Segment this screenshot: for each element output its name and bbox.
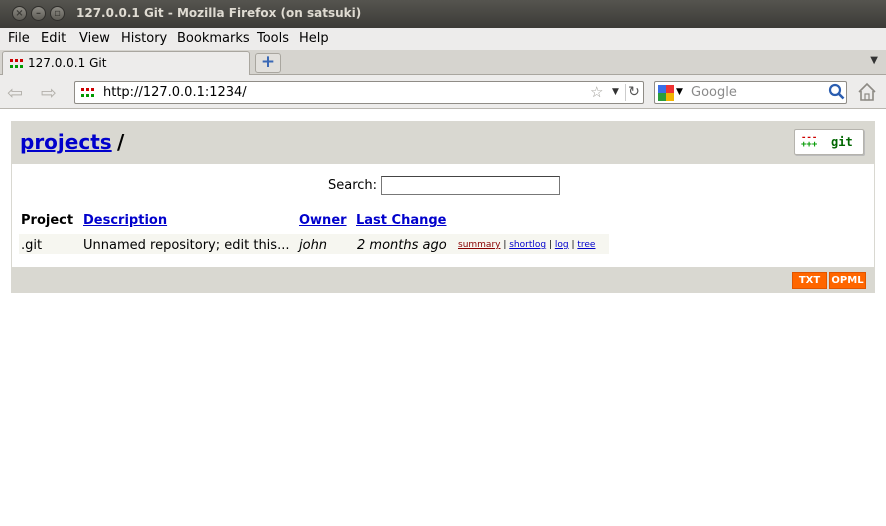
gitweb-header: projects / --- +++ git [11,121,875,164]
menu-tools[interactable]: Tools [257,31,289,46]
back-icon[interactable]: ⇦ [7,82,23,104]
url-text[interactable]: http://127.0.0.1:1234/ [103,85,247,100]
window-titlebar: × – ▫ 127.0.0.1 Git - Mozilla Firefox (o… [0,0,886,28]
magnifier-icon[interactable] [828,83,845,100]
tab-label: 127.0.0.1 Git [28,56,107,70]
column-header-owner[interactable]: Owner [299,213,347,228]
log-link[interactable]: log [555,240,569,250]
project-name[interactable]: .git [21,238,42,253]
project-last-change: 2 months ago [357,238,447,253]
menu-edit[interactable]: Edit [41,31,66,46]
minimize-window-icon[interactable]: – [31,6,46,21]
window-title: 127.0.0.1 Git - Mozilla Firefox (on sats… [76,6,362,20]
url-history-dropdown-icon[interactable]: ▼ [612,87,619,97]
txt-feed-button[interactable]: TXT [792,272,827,289]
opml-feed-button[interactable]: OPML [829,272,866,289]
bookmark-star-icon[interactable]: ☆ [590,83,603,101]
project-description: Unnamed repository; edit this... [83,238,290,253]
tree-link[interactable]: tree [577,240,595,250]
column-header-description[interactable]: Description [83,213,167,228]
column-header-project: Project [21,213,74,228]
summary-link[interactable]: summary [458,240,500,250]
git-favicon-icon [10,59,23,68]
column-header-last-change[interactable]: Last Change [356,213,446,228]
search-placeholder[interactable]: Google [691,85,737,100]
tab-git[interactable]: 127.0.0.1 Git [2,51,250,75]
project-owner: john [299,238,328,253]
search-bar[interactable]: ▼ Google [654,81,847,104]
git-logo[interactable]: --- +++ git [794,129,864,155]
reload-icon[interactable]: ↻ [625,84,642,101]
project-action-links: summary | shortlog | log | tree [458,240,596,250]
gitweb-footer: TXT OPML [11,267,875,293]
new-tab-button[interactable]: + [255,53,281,73]
search-label: Search: [328,178,378,193]
url-bar[interactable]: http://127.0.0.1:1234/ ☆ ▼ ↻ [74,81,644,104]
home-icon[interactable] [856,81,878,103]
menu-history[interactable]: History [121,31,167,46]
search-engine-dropdown-icon[interactable]: ▼ [676,87,683,97]
site-favicon-icon [81,88,94,97]
tab-list-icon[interactable]: ▼ [870,55,878,66]
menu-help[interactable]: Help [299,31,329,46]
menu-bookmarks[interactable]: Bookmarks [177,31,250,46]
menu-file[interactable]: File [8,31,30,46]
navigation-bar: ⇦ ⇨ http://127.0.0.1:1234/ ☆ ▼ ↻ ▼ Googl… [0,75,886,109]
tab-strip: 127.0.0.1 Git + ▼ [0,50,886,75]
git-logo-icon: --- +++ [801,133,818,150]
page-content: projects / --- +++ git Search: Project De… [0,109,886,526]
breadcrumb-separator: / [117,130,125,154]
project-list-area: Search: Project Description Owner Last C… [11,164,875,267]
menu-bar: File Edit View History Bookmarks Tools H… [0,28,886,50]
shortlog-link[interactable]: shortlog [509,240,546,250]
maximize-window-icon[interactable]: ▫ [50,6,65,21]
menu-view[interactable]: View [79,31,110,46]
google-engine-icon[interactable] [658,85,674,101]
projects-link[interactable]: projects [20,130,112,154]
git-logo-text: git [831,135,853,149]
close-window-icon[interactable]: × [12,6,27,21]
project-search-input[interactable] [381,176,560,195]
forward-icon[interactable]: ⇨ [41,82,57,104]
